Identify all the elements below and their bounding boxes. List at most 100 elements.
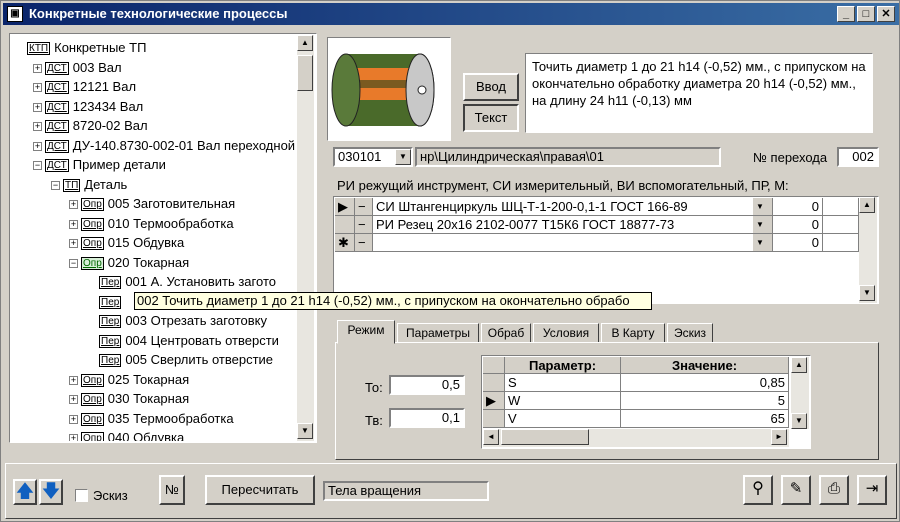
chevron-down-icon[interactable]: ▼	[753, 234, 773, 252]
tree-item[interactable]: + Опр 010 Термообработка	[69, 215, 234, 233]
params-scrollbar[interactable]: ▲ ▼	[791, 357, 809, 429]
tree-item[interactable]: − Опр 020 Токарная	[69, 254, 189, 272]
tree-item[interactable]: + ДСТ 003 Вал	[33, 59, 122, 77]
description-text[interactable]: Точить диаметр 1 до 21 h14 (-0,52) мм., …	[525, 53, 873, 133]
tab-3[interactable]: Обраб	[481, 323, 531, 343]
maximize-button[interactable]: □	[857, 6, 875, 22]
to-field[interactable]: 0,5	[389, 375, 465, 395]
row-indicator[interactable]	[335, 216, 355, 234]
tree-item[interactable]: + ДСТ 123434 Вал	[33, 98, 143, 116]
minimize-button[interactable]: _	[837, 6, 855, 22]
expander-icon[interactable]: +	[69, 395, 78, 405]
expander-icon[interactable]: +	[33, 122, 42, 132]
row-indicator[interactable]	[483, 410, 505, 428]
transition-code-select[interactable]: 030101 ▼	[333, 147, 413, 167]
tools-scrollbar[interactable]: ▲ ▼	[859, 197, 877, 303]
binoculars-icon[interactable]: ⚲	[743, 475, 773, 505]
chevron-down-icon[interactable]: ▼	[395, 149, 411, 165]
tree-item[interactable]: − ДСТ Пример детали	[33, 156, 166, 174]
hscroll-thumb[interactable]	[501, 429, 589, 445]
edit-icon[interactable]: ✎	[781, 475, 811, 505]
chevron-down-icon[interactable]: ▼	[753, 216, 773, 234]
tree-item[interactable]: + Опр 005 Заготовительная	[69, 195, 235, 213]
tree-item[interactable]: Пер 003 Отрезать заготовку	[87, 312, 267, 330]
params-hscrollbar[interactable]: ◄ ►	[483, 429, 789, 447]
tree-item[interactable]: + Опр 030 Токарная	[69, 390, 189, 408]
scroll-down-button[interactable]: ▼	[791, 413, 807, 429]
tree-item[interactable]: + ДСТ ДУ-140.8730-002-01 Вал переходной	[33, 137, 295, 155]
tree-item[interactable]: Пер 001 А. Установить загото	[87, 273, 276, 291]
eskiz-checkbox[interactable]	[75, 489, 88, 502]
expander-icon[interactable]: +	[69, 239, 78, 249]
tree-item[interactable]: + ДСТ 12121 Вал	[33, 78, 136, 96]
process-tree[interactable]: КТП Конкретные ТП + ДСТ 003 Вал + ДСТ 12121 Вал…	[11, 35, 315, 441]
param-name-cell[interactable]: V	[505, 410, 621, 428]
param-value-cell[interactable]: 0,85	[621, 374, 789, 392]
printer-icon[interactable]: ⎙	[819, 475, 849, 505]
expander-icon[interactable]: +	[69, 414, 78, 424]
scroll-left-button[interactable]: ◄	[483, 429, 499, 445]
expander-icon[interactable]: +	[33, 102, 42, 112]
tool-qty-cell[interactable]: 0	[773, 198, 823, 216]
tree-item[interactable]: Пер	[87, 293, 125, 311]
row-button[interactable]: −	[355, 234, 373, 252]
scroll-up-button[interactable]: ▲	[791, 357, 807, 373]
row-indicator[interactable]: ▶	[483, 392, 505, 410]
transition-num-field[interactable]: 002	[837, 147, 879, 167]
tree-item[interactable]: − ТП Деталь	[51, 176, 127, 194]
exit-icon[interactable]: ⇥	[857, 475, 887, 505]
expander-icon[interactable]: +	[69, 434, 78, 441]
row-button[interactable]: −	[355, 198, 373, 216]
tool-extra-cell[interactable]	[823, 234, 859, 252]
tree-item[interactable]: Пер 004 Центровать отверсти	[87, 332, 279, 350]
expander-icon[interactable]: −	[69, 258, 78, 268]
param-name-cell[interactable]: W	[505, 392, 621, 410]
expander-icon[interactable]: +	[33, 141, 42, 151]
param-value-cell[interactable]: 5	[621, 392, 789, 410]
expander-icon[interactable]: +	[69, 375, 78, 385]
scroll-up-button[interactable]: ▲	[297, 35, 313, 51]
tab-6[interactable]: Эскиз	[667, 323, 713, 343]
param-value-cell[interactable]: 65	[621, 410, 789, 428]
vvod-button[interactable]: Ввод	[463, 73, 519, 101]
tab-5[interactable]: В Карту	[601, 323, 665, 343]
tool-extra-cell[interactable]	[823, 198, 859, 216]
tree-item[interactable]: Пер 005 Сверлить отверстие	[87, 351, 273, 369]
expander-icon[interactable]: +	[69, 200, 78, 210]
tekst-button[interactable]: Текст	[463, 104, 519, 132]
tool-name-cell[interactable]	[373, 234, 773, 252]
row-indicator[interactable]	[483, 374, 505, 392]
expander-icon[interactable]: +	[69, 219, 78, 229]
tree-item[interactable]: + Опр 015 Обдувка	[69, 234, 184, 252]
tool-qty-cell[interactable]: 0	[773, 234, 823, 252]
tv-field[interactable]: 0,1	[389, 408, 465, 428]
tree-item[interactable]: + Опр 035 Термообработка	[69, 410, 234, 428]
arrow-up-icon[interactable]: 🡅	[13, 479, 37, 505]
scroll-right-button[interactable]: ►	[771, 429, 787, 445]
arrow-down-icon[interactable]: 🡇	[39, 479, 63, 505]
close-button[interactable]: ✕	[877, 6, 895, 22]
tool-name-cell[interactable]: РИ Резец 20х16 2102-0077 Т15К6 ГОСТ 1887…	[373, 216, 773, 234]
tree-item[interactable]: КТП Конкретные ТП	[15, 39, 146, 57]
tool-qty-cell[interactable]: 0	[773, 216, 823, 234]
expander-icon[interactable]: −	[33, 161, 42, 171]
tree-item[interactable]: + ДСТ 8720-02 Вал	[33, 117, 148, 135]
tool-extra-cell[interactable]	[823, 216, 859, 234]
tab-1[interactable]: Режим	[337, 320, 395, 344]
tab-4[interactable]: Условия	[533, 323, 599, 343]
tool-name-cell[interactable]: СИ Штангенциркуль ШЦ-Т-1-200-0,1-1 ГОСТ …	[373, 198, 773, 216]
expander-icon[interactable]: +	[33, 63, 42, 73]
recalc-button[interactable]: Пересчитать	[205, 475, 315, 505]
scroll-down-button[interactable]: ▼	[297, 423, 313, 439]
num-button[interactable]: №	[159, 475, 185, 505]
chevron-down-icon[interactable]: ▼	[753, 198, 773, 216]
tab-2[interactable]: Параметры	[397, 323, 479, 343]
param-name-cell[interactable]: S	[505, 374, 621, 392]
scroll-up-button[interactable]: ▲	[859, 197, 875, 213]
row-button[interactable]: −	[355, 216, 373, 234]
tree-item[interactable]: + Опр 025 Токарная	[69, 371, 189, 389]
tree-scrollbar[interactable]: ▲ ▼	[297, 35, 314, 441]
row-indicator[interactable]: ▶	[335, 198, 355, 216]
expander-icon[interactable]: +	[33, 83, 42, 93]
row-indicator[interactable]: ✱	[335, 234, 355, 252]
